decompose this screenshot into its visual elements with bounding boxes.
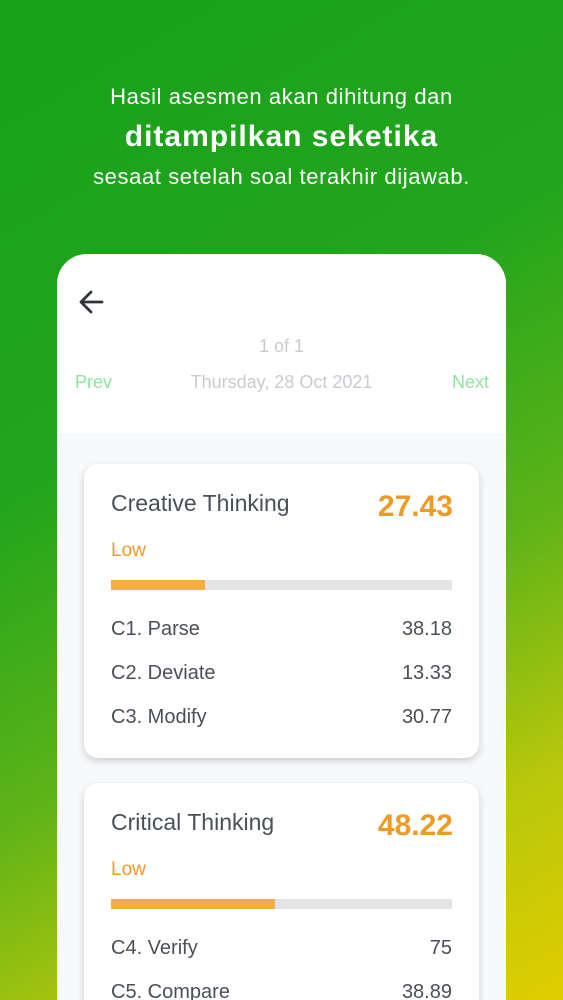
- prev-button[interactable]: Prev: [75, 372, 112, 393]
- card-level: Low: [111, 540, 146, 561]
- list-item: C1. Parse 38.18: [111, 618, 452, 644]
- list-item: C4. Verify 75: [111, 937, 452, 963]
- card-level: Low: [111, 859, 146, 880]
- score-progress-bar: [111, 899, 452, 909]
- sub-score-label: C3. Modify: [111, 706, 207, 728]
- list-item: C3. Modify 30.77: [111, 706, 452, 732]
- sub-score-label: C2. Deviate: [111, 662, 216, 684]
- back-button[interactable]: [75, 286, 107, 318]
- card-score: 27.43: [377, 490, 453, 523]
- sub-score-label: C5. Compare: [111, 981, 230, 1000]
- card-score: 48.22: [377, 809, 453, 842]
- list-item: C2. Deviate 13.33: [111, 662, 452, 688]
- sub-score-value: 38.18: [401, 618, 452, 640]
- phone-screen: 1 of 1 Prev Thursday, 28 Oct 2021 Next C…: [57, 254, 506, 1000]
- sub-score-value: 38.89: [401, 981, 452, 1000]
- card-title: Critical Thinking: [111, 809, 275, 835]
- result-header: 1 of 1 Prev Thursday, 28 Oct 2021 Next: [57, 254, 506, 433]
- score-card-creative-thinking: Creative Thinking 27.43 Low C1. Parse 38…: [84, 464, 479, 758]
- score-progress-fill: [111, 899, 276, 909]
- date-navigation: Prev Thursday, 28 Oct 2021 Next: [57, 372, 506, 396]
- headline-line-2: ditampilkan seketika: [124, 120, 439, 153]
- list-item: C5. Compare 38.89: [111, 981, 452, 1000]
- score-card-critical-thinking: Critical Thinking 48.22 Low C4. Verify 7…: [84, 783, 479, 1000]
- sub-score-value: 75: [429, 937, 452, 959]
- score-progress-bar: [111, 580, 452, 590]
- sub-score-value: 30.77: [401, 706, 452, 728]
- page-indicator: 1 of 1: [258, 336, 305, 356]
- arrow-left-icon: [79, 290, 104, 314]
- sub-score-value: 13.33: [401, 662, 452, 684]
- next-button[interactable]: Next: [452, 372, 489, 393]
- sub-score-label: C4. Verify: [111, 937, 198, 959]
- headline-line-3: sesaat setelah soal terakhir dijawab.: [93, 164, 470, 189]
- assessment-date: Thursday, 28 Oct 2021: [190, 372, 373, 392]
- sub-score-label: C1. Parse: [111, 618, 200, 640]
- score-progress-fill: [111, 580, 205, 590]
- headline-line-1: Hasil asesmen akan dihitung dan: [110, 84, 453, 109]
- card-title: Creative Thinking: [111, 490, 290, 516]
- promo-headline: Hasil asesmen akan dihitung dan ditampil…: [0, 80, 563, 194]
